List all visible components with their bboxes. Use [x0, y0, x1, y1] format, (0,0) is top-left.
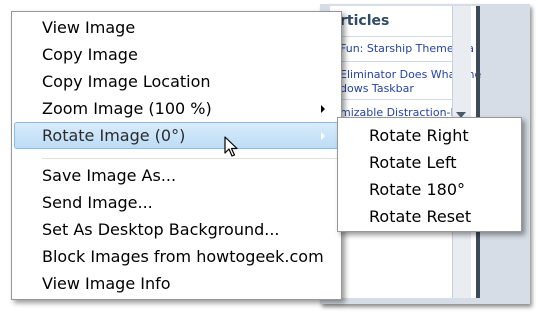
menu-item-label: Send Image... [42, 193, 153, 212]
submenu-arrow-icon [321, 105, 325, 113]
menu-item-label: Rotate Reset [369, 207, 472, 226]
menu-item-label: Rotate Image (0°) [42, 126, 186, 145]
mouse-pointer-icon [224, 136, 238, 157]
menu-item-label: Copy Image Location [42, 72, 211, 91]
menu-item-rotate-image[interactable]: Rotate Image (0°) [14, 122, 339, 149]
menu-item-label: Block Images from howtogeek.com [42, 247, 324, 266]
divider [336, 36, 456, 37]
rotate-submenu: Rotate Right Rotate Left Rotate 180° Rot… [337, 117, 522, 232]
menu-item-view-image-info[interactable]: View Image Info [14, 270, 339, 297]
menu-item-label: Rotate 180° [369, 180, 466, 199]
divider [336, 99, 456, 100]
menu-item-label: Set As Desktop Background... [42, 220, 280, 239]
divider [336, 61, 456, 62]
menu-item-label: Rotate Left [369, 153, 457, 172]
submenu-item-rotate-180[interactable]: Rotate 180° [340, 176, 519, 203]
menu-item-label: Rotate Right [369, 126, 469, 145]
menu-item-label: View Image [42, 18, 136, 37]
submenu-arrow-icon [321, 132, 325, 140]
menu-item-label: View Image Info [42, 274, 171, 293]
menu-item-label: Zoom Image (100 %) [42, 99, 212, 118]
submenu-item-rotate-right[interactable]: Rotate Right [340, 122, 519, 149]
menu-separator [42, 158, 337, 160]
menu-item-copy-image[interactable]: Copy Image [14, 41, 339, 68]
menu-item-send-image[interactable]: Send Image... [14, 189, 339, 216]
menu-item-label: Save Image As... [42, 166, 177, 185]
submenu-item-rotate-reset[interactable]: Rotate Reset [340, 203, 519, 230]
articles-heading: rticles [340, 13, 390, 29]
menu-item-block-images[interactable]: Block Images from howtogeek.com [14, 243, 339, 270]
menu-item-set-desktop-background[interactable]: Set As Desktop Background... [14, 216, 339, 243]
menu-item-zoom-image[interactable]: Zoom Image (100 %) [14, 95, 339, 122]
image-context-menu: View Image Copy Image Copy Image Locatio… [11, 11, 342, 300]
article-link[interactable]: dows Taskbar [340, 82, 414, 95]
menu-item-copy-image-location[interactable]: Copy Image Location [14, 68, 339, 95]
menu-item-view-image[interactable]: View Image [14, 14, 339, 41]
menu-item-label: Copy Image [42, 45, 138, 64]
menu-item-save-image-as[interactable]: Save Image As... [14, 162, 339, 189]
submenu-item-rotate-left[interactable]: Rotate Left [340, 149, 519, 176]
